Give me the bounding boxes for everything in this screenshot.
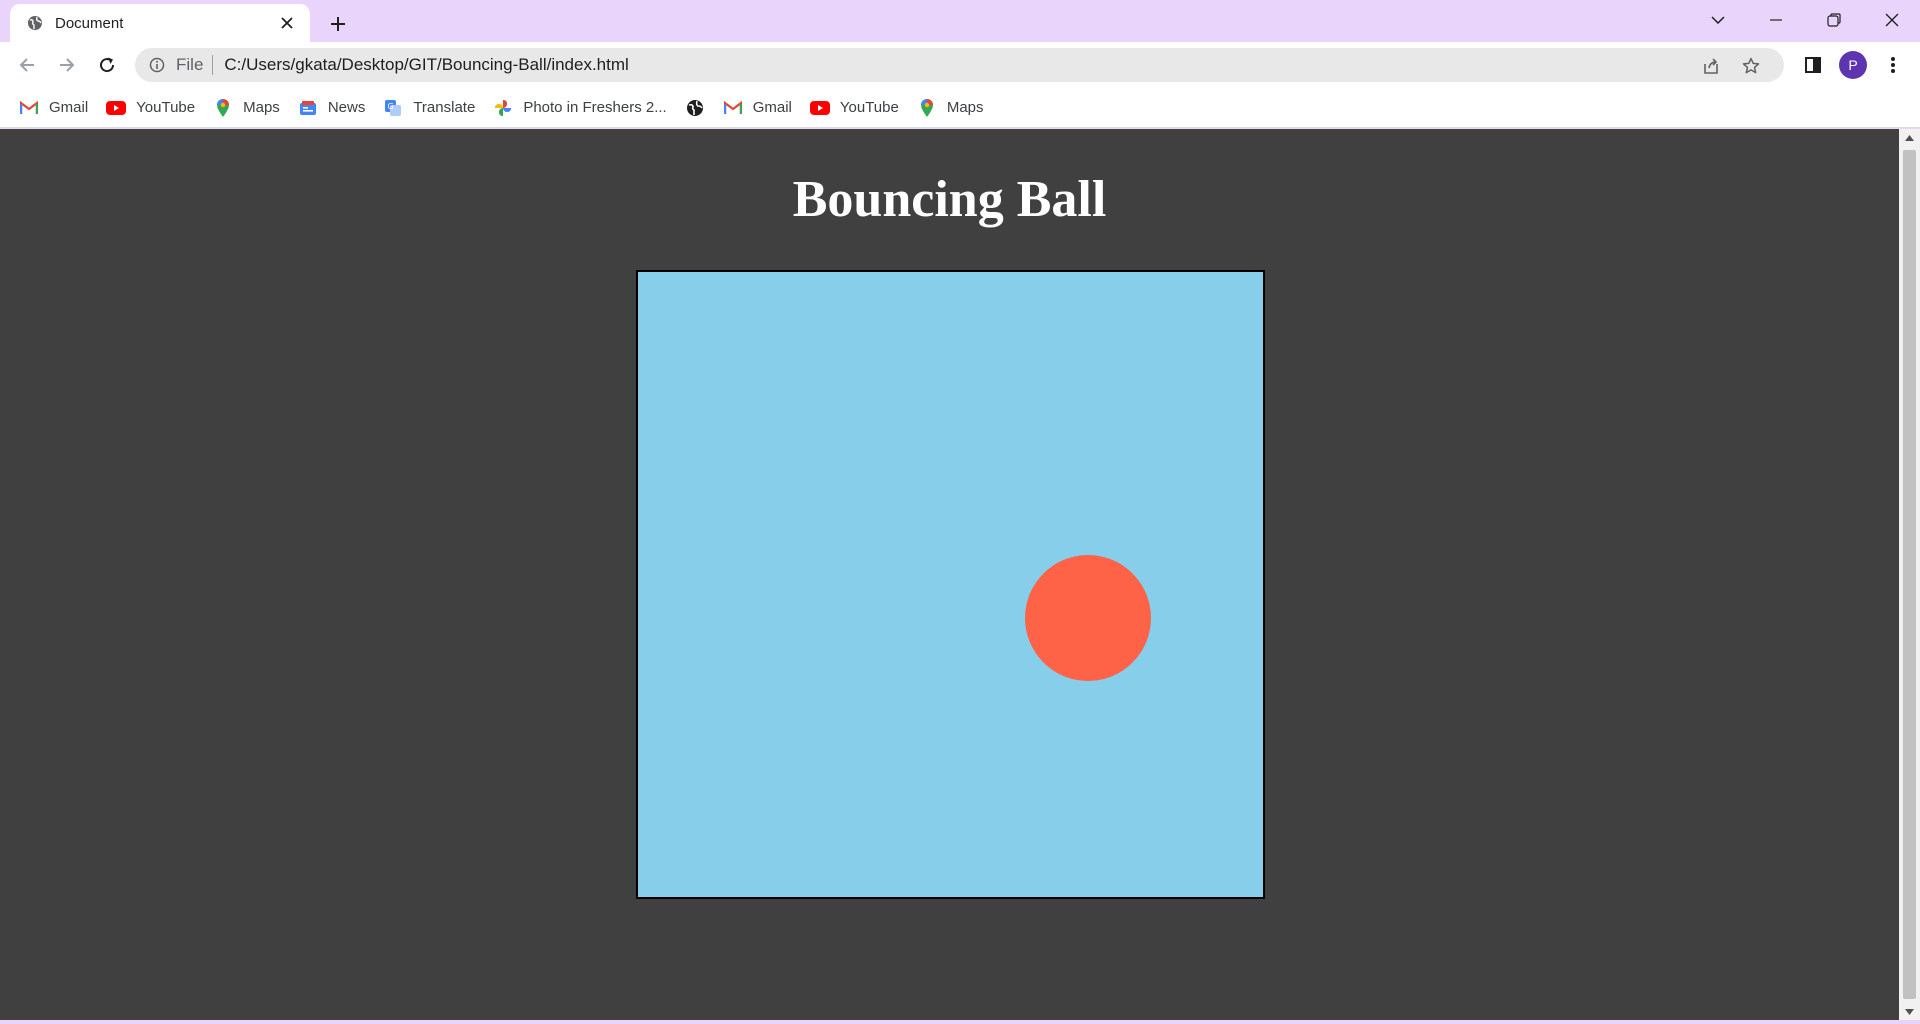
maps-icon — [213, 98, 233, 118]
bookmark-label: YouTube — [839, 99, 899, 116]
translate-icon: G — [383, 98, 403, 118]
gmail-icon — [723, 98, 743, 118]
back-button[interactable] — [11, 49, 43, 81]
bookmark-translate[interactable]: G Translate — [374, 94, 484, 122]
scroll-down-arrow-icon[interactable] — [1899, 1003, 1920, 1020]
share-icon[interactable] — [1701, 56, 1721, 76]
bookmark-label: News — [327, 99, 366, 116]
vertical-scrollbar[interactable] — [1899, 129, 1920, 1020]
new-tab-button[interactable] — [322, 8, 354, 40]
reload-button[interactable] — [91, 49, 123, 81]
bookmark-label: Translate — [413, 99, 476, 116]
bookmark-maps[interactable]: Maps — [908, 94, 993, 122]
info-icon[interactable] — [148, 56, 166, 74]
bookmark-globe[interactable] — [676, 94, 714, 122]
globe-icon — [685, 98, 705, 118]
close-tab-icon[interactable] — [276, 12, 298, 34]
bookmark-label: Photo in Freshers 2... — [523, 99, 667, 116]
globe-icon — [26, 14, 44, 32]
url-text[interactable]: C:/Users/gkata/Desktop/GIT/Bouncing-Ball… — [224, 55, 628, 75]
bookmark-gmail[interactable]: Gmail — [714, 94, 801, 122]
bookmark-label: Maps — [946, 99, 984, 116]
bookmark-youtube[interactable]: YouTube — [97, 94, 204, 122]
gmail-icon — [19, 98, 39, 118]
bookmark-label: YouTube — [136, 99, 196, 116]
profile-avatar[interactable]: P — [1839, 51, 1867, 79]
bookmark-photos[interactable]: Photo in Freshers 2... — [484, 94, 675, 122]
bookmark-label: Gmail — [752, 99, 792, 116]
window-bottom-border — [0, 1020, 1920, 1024]
minimize-button[interactable] — [1748, 0, 1804, 40]
close-window-button[interactable] — [1864, 0, 1920, 40]
more-menu-icon[interactable] — [1877, 49, 1909, 81]
tab-title: Document — [55, 14, 124, 32]
bouncing-ball — [1025, 555, 1151, 681]
maps-icon — [917, 98, 937, 118]
scroll-thumb[interactable] — [1903, 150, 1916, 999]
restore-button[interactable] — [1806, 0, 1862, 40]
tab-strip: Document — [0, 0, 1920, 42]
bookmarks-bar: Gmail YouTube Maps News G Translate Phot… — [0, 88, 1920, 128]
url-separator — [212, 55, 214, 75]
bookmark-label: Gmail — [49, 99, 89, 116]
browser-toolbar: File C:/Users/gkata/Desktop/GIT/Bouncing… — [0, 42, 1920, 88]
bookmark-star-icon[interactable] — [1741, 56, 1761, 76]
svg-text:G: G — [388, 102, 394, 111]
address-bar[interactable]: File C:/Users/gkata/Desktop/GIT/Bouncing… — [135, 48, 1784, 82]
ball-container — [636, 270, 1265, 899]
news-icon — [298, 98, 318, 118]
tab-search-icon[interactable] — [1690, 0, 1746, 40]
scroll-up-arrow-icon[interactable] — [1899, 129, 1920, 146]
page-viewport: Bouncing Ball — [0, 129, 1899, 1020]
page-title: Bouncing Ball — [792, 171, 1107, 228]
bookmark-youtube[interactable]: YouTube — [801, 94, 908, 122]
bookmark-maps[interactable]: Maps — [204, 94, 289, 122]
photos-icon — [493, 98, 513, 118]
bookmark-news[interactable]: News — [289, 94, 375, 122]
bookmark-gmail[interactable]: Gmail — [10, 94, 97, 122]
bookmark-label: Maps — [243, 99, 280, 116]
youtube-icon — [809, 98, 830, 118]
url-scheme: File — [176, 55, 204, 74]
youtube-icon — [106, 98, 127, 118]
side-panel-icon[interactable] — [1797, 49, 1829, 81]
forward-button[interactable] — [51, 49, 83, 81]
tab-document[interactable]: Document — [10, 4, 310, 42]
